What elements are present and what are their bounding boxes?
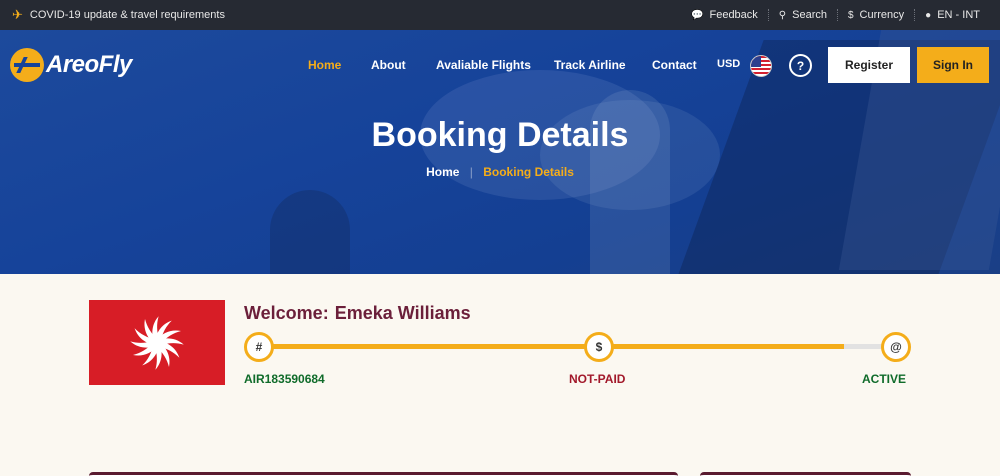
main-navbar: AreoFly Home About Avaliable Flights Tra… <box>0 30 1000 100</box>
currency-link[interactable]: $ Currency <box>836 9 914 21</box>
summary-card <box>700 472 911 476</box>
progress-track-filled <box>258 344 844 349</box>
passenger-name: Emeka Williams <box>334 303 471 323</box>
top-bar: ✈ COVID-19 update & travel requirements … <box>0 0 1000 30</box>
plane-icon: ✈ <box>12 7 23 22</box>
search-label[interactable]: Search <box>792 9 827 21</box>
dollar-icon: $ <box>847 9 854 21</box>
nav-home[interactable]: Home <box>308 58 341 72</box>
nav-available-flights[interactable]: Avaliable Flights <box>436 58 531 72</box>
airline-logo <box>89 300 225 385</box>
breadcrumb-home[interactable]: Home <box>426 165 459 179</box>
register-button[interactable]: Register <box>828 47 910 83</box>
hero-banner: AreoFly Home About Avaliable Flights Tra… <box>0 30 1000 274</box>
language-label[interactable]: EN - INT <box>937 9 980 21</box>
payment-step-icon: $ <box>584 332 614 362</box>
breadcrumb-separator: | <box>469 165 473 179</box>
breadcrumb-current: Booking Details <box>483 165 574 179</box>
feedback-label[interactable]: Feedback <box>709 9 757 21</box>
details-card <box>89 472 678 476</box>
currency-label[interactable]: Currency <box>860 9 905 21</box>
payment-status: NOT-PAID <box>569 372 626 386</box>
top-links: 💬 Feedback ⚲ Search $ Currency ● EN - IN… <box>681 0 990 30</box>
globe-icon: ● <box>925 9 932 21</box>
welcome-heading: Welcome: Emeka Williams <box>244 303 471 324</box>
feedback-link[interactable]: 💬 Feedback <box>681 9 768 21</box>
nav-contact[interactable]: Contact <box>652 58 697 72</box>
welcome-label: Welcome: <box>244 303 329 323</box>
search-link[interactable]: ⚲ Search <box>767 9 837 21</box>
sign-in-button[interactable]: Sign In <box>917 47 989 83</box>
currency-selector[interactable]: USD <box>717 58 740 70</box>
booking-reference: AIR183590684 <box>244 372 325 386</box>
nav-about[interactable]: About <box>371 58 406 72</box>
breadcrumb: Home | Booking Details <box>0 165 1000 179</box>
booking-ref-step-icon: # <box>244 332 274 362</box>
language-link[interactable]: ● EN - INT <box>914 9 990 21</box>
hero-background-person <box>270 190 350 274</box>
page-title: Booking Details <box>371 116 629 154</box>
nav-track-airline[interactable]: Track Airline <box>554 58 626 72</box>
search-icon: ⚲ <box>778 9 787 21</box>
us-flag-icon[interactable] <box>750 55 772 77</box>
booking-status: ACTIVE <box>862 372 907 386</box>
airline-swirl-icon <box>130 315 184 370</box>
covid-notice-text[interactable]: COVID-19 update & travel requirements <box>30 9 225 21</box>
covid-notice[interactable]: ✈ COVID-19 update & travel requirements <box>12 0 225 30</box>
status-step-icon: @ <box>881 332 911 362</box>
comments-icon: 💬 <box>691 9 704 21</box>
help-button[interactable]: ? <box>789 54 812 77</box>
